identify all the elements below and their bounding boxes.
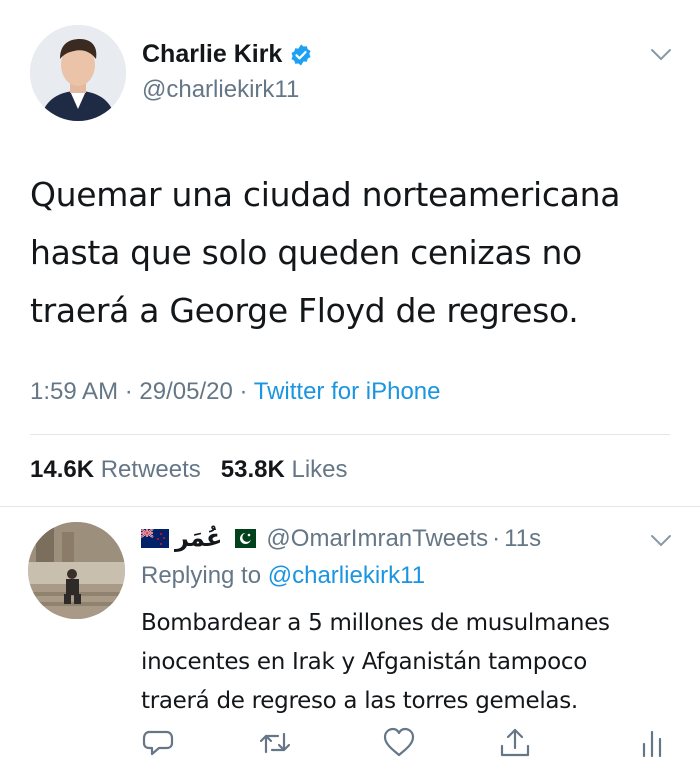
tweet-date[interactable]: 29/05/20 [139, 378, 232, 405]
reply-header: عُمَر @OmarImranTweets · 11s [141, 524, 541, 553]
likes-count: 53.8K [220, 456, 285, 483]
tweet-stats: 14.6K Retweets 53.8K Likes [30, 456, 348, 484]
reply-display-name[interactable]: عُمَر [175, 524, 222, 553]
tweet-meta: 1:59 AM · 29/05/20 · Twitter for iPhone [30, 378, 440, 406]
pakistan-flag-icon [228, 529, 257, 548]
author-display-name[interactable]: Charlie Kirk [142, 40, 282, 69]
share-icon[interactable] [498, 726, 532, 760]
analytics-icon[interactable] [635, 726, 669, 760]
reply-icon[interactable] [141, 726, 175, 760]
replying-to: Replying to @charliekirk11 [141, 562, 425, 590]
reply-handle[interactable]: @OmarImranTweets [266, 525, 488, 553]
likes-stat[interactable]: 53.8K Likes [221, 456, 348, 483]
new-zealand-flag-icon [141, 529, 169, 548]
tweet-source-link[interactable]: Twitter for iPhone [254, 378, 441, 405]
author-handle[interactable]: @charliekirk11 [142, 76, 299, 104]
retweet-icon[interactable] [258, 726, 292, 760]
tweet-time[interactable]: 1:59 AM [30, 378, 118, 405]
retweets-label: Retweets [100, 456, 201, 483]
divider [0, 506, 700, 507]
replying-to-label: Replying to [141, 562, 262, 589]
meta-separator: · [239, 378, 248, 405]
divider [30, 434, 670, 435]
chevron-down-icon[interactable] [650, 534, 672, 548]
like-icon[interactable] [382, 726, 416, 760]
author-name-row: Charlie Kirk [142, 40, 313, 69]
retweets-count: 14.6K [30, 456, 95, 483]
meta-separator: · [492, 524, 501, 552]
likes-label: Likes [291, 456, 348, 483]
meta-separator: · [124, 378, 133, 405]
chevron-down-icon[interactable] [650, 48, 672, 62]
reply-text: Bombardear a 5 millones de musulmanes in… [141, 610, 610, 714]
author-avatar[interactable] [30, 25, 126, 121]
reply-action-bar [141, 726, 671, 762]
replying-to-handle[interactable]: @charliekirk11 [268, 562, 425, 589]
retweets-stat[interactable]: 14.6K Retweets [30, 456, 207, 483]
verified-badge-icon [289, 43, 313, 67]
tweet-text: Quemar una ciudad norteamericana hasta q… [30, 175, 621, 330]
reply-elapsed-time[interactable]: 11s [504, 525, 541, 553]
reply-author-avatar[interactable] [28, 522, 125, 619]
